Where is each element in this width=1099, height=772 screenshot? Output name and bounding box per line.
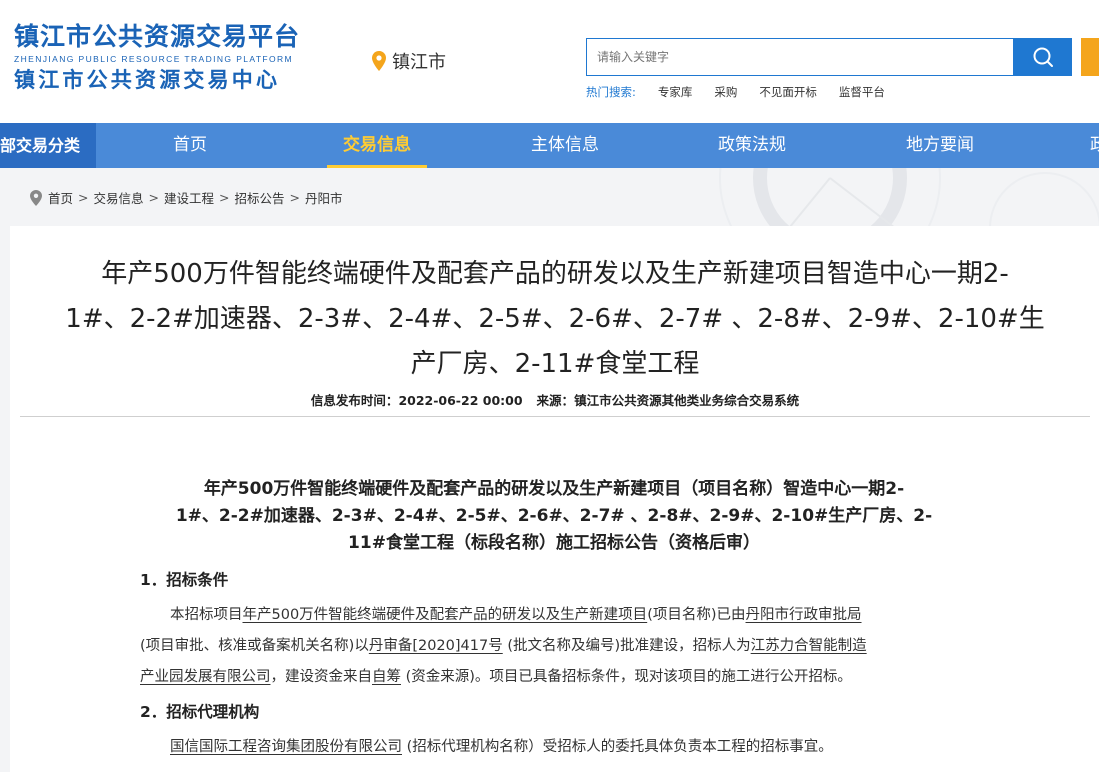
article-title-line: 1#、2-2#加速器、2-3#、2-4#、2-5#、2-6#、2-7# 、2-8… xyxy=(65,304,1045,334)
article-title-line: 年产500万件智能终端硬件及配套产品的研发以及生产新建项目智造中心一期2- xyxy=(101,259,1009,289)
project-name: 年产500万件智能终端硬件及配套产品的研发以及生产新建项目 xyxy=(242,607,648,623)
breadcrumb-item[interactable]: 交易信息 xyxy=(94,188,144,207)
section-heading: 1．招标条件 xyxy=(140,571,229,589)
site-logo[interactable]: 镇江市公共资源交易平台 ZHENJIANG PUBLIC RESOURCE TR… xyxy=(14,22,300,93)
tenderer-name: 江苏力合智能制造 xyxy=(750,638,867,654)
hot-search-item[interactable]: 不见面开标 xyxy=(759,84,817,100)
article-title: 年产500万件智能终端硬件及配套产品的研发以及生产新建项目智造中心一期2- 1#… xyxy=(30,252,1080,387)
search-box xyxy=(586,38,1014,76)
nav-item-policies[interactable]: 政策法规 xyxy=(702,123,802,168)
section-heading: 2．招标代理机构 xyxy=(140,703,260,721)
logo-title-center: 镇江市公共资源交易中心 xyxy=(14,68,281,92)
notice-title-line: 1#、2-2#加速器、2-3#、2-4#、2-5#、2-6#、2-7# 、2-8… xyxy=(175,506,933,526)
breadcrumb-separator: > xyxy=(219,190,230,205)
logo-title-platform: 镇江市公共资源交易平台 xyxy=(14,22,301,51)
breadcrumb-separator: > xyxy=(148,190,159,205)
hot-search-item[interactable]: 专家库 xyxy=(658,84,693,100)
breadcrumb-separator: > xyxy=(289,190,300,205)
publish-time-label: 信息发布时间： xyxy=(310,393,399,408)
tenderer-name: 产业园发展有限公司 xyxy=(140,669,271,685)
notice-title: 年产500万件智能终端硬件及配套产品的研发以及生产新建项目（项目名称）智造中心一… xyxy=(114,476,994,557)
text-run: (资金来源)。项目已具备招标条件，现对该项目的施工进行公开招标。 xyxy=(401,669,852,685)
search-icon xyxy=(1033,47,1053,67)
nav-item-more[interactable]: 政 xyxy=(1090,123,1099,168)
location-pin-icon xyxy=(30,189,42,206)
logo-english-name: ZHENJIANG PUBLIC RESOURCE TRADING PLATFO… xyxy=(14,54,294,64)
nav-all-categories-label: 全部交易分类 xyxy=(0,136,81,155)
breadcrumb-item[interactable]: 首页 xyxy=(48,188,73,207)
search-input[interactable] xyxy=(587,39,1014,75)
article-card: 年产500万件智能终端硬件及配套产品的研发以及生产新建项目智造中心一期2- 1#… xyxy=(10,226,1099,772)
login-button[interactable] xyxy=(1081,38,1099,76)
hot-search-item[interactable]: 采购 xyxy=(714,84,737,100)
city-selector[interactable]: 镇江市 xyxy=(372,48,446,74)
breadcrumb-item[interactable]: 建设工程 xyxy=(164,188,214,207)
tender-conditions-paragraph: 本招标项目年产500万件智能终端硬件及配套产品的研发以及生产新建项目(项目名称)… xyxy=(140,600,980,693)
text-run: ，建设资金来自 xyxy=(270,669,373,685)
hot-search-list: 热门搜索: 专家库 采购 不见面开标 监督平台 xyxy=(586,84,885,100)
agency-name: 国信国际工程咨询集团股份有限公司 xyxy=(170,739,402,755)
nav-item-subject-info[interactable]: 主体信息 xyxy=(515,123,615,168)
main-nav: 全部交易分类 首页 交易信息 主体信息 政策法规 地方要闻 政 xyxy=(0,123,1099,168)
agency-paragraph: 国信国际工程咨询集团股份有限公司 (招标代理机构名称）受招标人的委托具体负责本工… xyxy=(140,732,980,763)
source-label: 来源： xyxy=(536,393,575,408)
publish-time: 2022-06-22 00:00 xyxy=(398,393,523,408)
source-name: 镇江市公共资源其他类业务综合交易系统 xyxy=(574,393,800,408)
title-divider xyxy=(20,416,1090,417)
approval-document: 丹审备[2020]417号 xyxy=(368,638,503,654)
location-pin-icon xyxy=(372,51,386,71)
hot-search-item[interactable]: 监督平台 xyxy=(839,84,885,100)
approval-authority: 丹阳市行政审批局 xyxy=(745,607,862,623)
article-meta: 信息发布时间：2022-06-22 00:00 来源：镇江市公共资源其他类业务综合… xyxy=(10,390,1099,409)
nav-item-trading-info[interactable]: 交易信息 xyxy=(327,123,427,168)
search-button[interactable] xyxy=(1013,38,1072,76)
breadcrumb-separator: > xyxy=(78,190,89,205)
article-title-line: 产厂房、2-11#食堂工程 xyxy=(410,349,700,379)
site-header: 镇江市公共资源交易平台 ZHENJIANG PUBLIC RESOURCE TR… xyxy=(0,0,1099,123)
nav-item-local-news[interactable]: 地方要闻 xyxy=(890,123,990,168)
fund-source: 自筹 xyxy=(372,669,401,685)
text-run: (招标代理机构名称）受招标人的委托具体负责本工程的招标事宜。 xyxy=(402,739,833,755)
text-run: (项目审批、核准或备案机关名称)以 xyxy=(140,638,369,654)
city-name: 镇江市 xyxy=(392,52,446,73)
nav-item-home[interactable]: 首页 xyxy=(140,123,240,168)
breadcrumb: 首页 > 交易信息 > 建设工程 > 招标公告 > 丹阳市 xyxy=(30,188,343,207)
hot-search-label: 热门搜索: xyxy=(586,85,636,99)
breadcrumb-item[interactable]: 丹阳市 xyxy=(305,188,343,207)
text-run: (项目名称)已由 xyxy=(647,607,746,623)
nav-all-categories[interactable]: 全部交易分类 xyxy=(0,123,96,168)
notice-title-line: 年产500万件智能终端硬件及配套产品的研发以及生产新建项目（项目名称）智造中心一… xyxy=(203,479,905,499)
breadcrumb-item[interactable]: 招标公告 xyxy=(235,188,285,207)
text-run: (批文名称及编号)批准建设，招标人为 xyxy=(502,638,751,654)
text-run: 本招标项目 xyxy=(170,607,243,623)
notice-title-line: 11#食堂工程（标段名称）施工招标公告（资格后审） xyxy=(348,533,760,553)
